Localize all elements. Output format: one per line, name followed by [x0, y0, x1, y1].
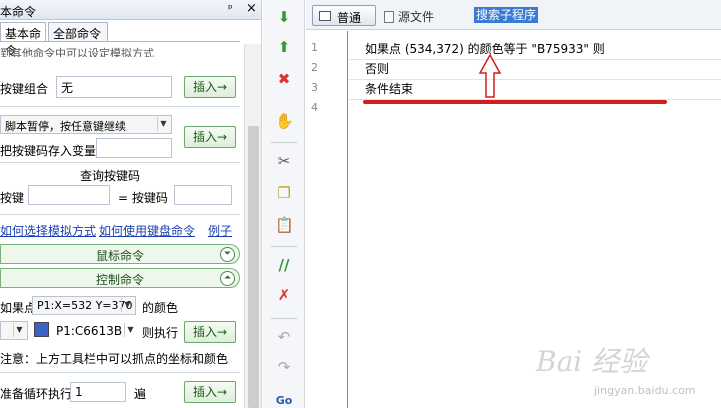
watermark-logo-text: Bai 经验 — [536, 345, 648, 378]
scrollbar-thumb[interactable] — [248, 126, 259, 408]
chevron-down-icon: ▼ — [121, 298, 133, 312]
keycode-label: = 按键码 — [118, 191, 168, 205]
uncomment-icon[interactable]: ✗ — [275, 286, 293, 304]
copy-icon[interactable]: ❐ — [275, 184, 293, 202]
tab-label: 全部命令 — [53, 27, 102, 41]
save-key-label: 把按键码存入变量 — [0, 144, 97, 158]
arrow-down-icon[interactable]: ⬇ — [275, 8, 293, 26]
link-keyboard-commands[interactable]: 如何使用键盘命令 — [99, 222, 195, 239]
insert-label: 插入→ — [192, 385, 228, 399]
hint-text: 到其他命令中可以设定模拟方式 — [0, 47, 154, 57]
panel-title: 本命令 — [0, 5, 37, 19]
times-label: 遍 — [134, 387, 147, 401]
toolbar-separator — [271, 318, 297, 319]
close-icon[interactable]: × — [246, 1, 257, 16]
link-example[interactable]: 例子 — [208, 222, 232, 239]
redo-icon[interactable]: ↷ — [275, 358, 293, 376]
then-label: 则执行 — [142, 326, 179, 340]
comment-icon[interactable]: // — [275, 256, 293, 274]
paste-icon[interactable]: 📋 — [275, 216, 294, 234]
pause-select-value: 脚本暂停，按任意键继续 — [5, 120, 126, 133]
section-control-commands[interactable]: 控制命令 ⏶ — [0, 268, 240, 288]
key-label: 按键 — [0, 191, 25, 205]
key-combo-label: 按键组合 — [0, 82, 49, 96]
insert-button[interactable]: 插入→ — [184, 321, 236, 343]
compare-select[interactable]: ▼ — [0, 321, 28, 340]
tab-all-commands[interactable]: 全部命令 — [48, 22, 108, 42]
divider — [0, 106, 240, 107]
note-text: 注意：上方工具栏中可以抓点的坐标和颜色 — [0, 352, 229, 366]
insert-button[interactable]: 插入→ — [184, 76, 236, 98]
color-value: P1:C6613B — [56, 324, 123, 338]
insert-button[interactable]: 插入→ — [184, 381, 236, 403]
chevron-down-icon[interactable]: ▼ — [124, 323, 136, 337]
if-point-label: 如果点 — [0, 301, 37, 315]
watermark-url: jingyan.baidu.com — [594, 384, 696, 397]
line-number: 4 — [311, 101, 318, 114]
mode-source-button[interactable]: 源文件 — [384, 8, 434, 25]
annotation-arrow-icon — [478, 53, 502, 98]
divider — [0, 372, 240, 373]
divider — [0, 162, 240, 163]
insert-label: 插入→ — [192, 130, 228, 144]
section-mouse-commands[interactable]: 鼠标命令 ⏷ — [0, 244, 240, 264]
color-swatch[interactable] — [34, 322, 49, 337]
source-file-icon — [384, 11, 394, 23]
save-key-var-field[interactable] — [96, 138, 172, 158]
editor-toolbar: ⬇ ⬆ ✖ ✋ ✂ ❐ 📋 // ✗ ↶ ↷ Go — [263, 0, 305, 408]
line-number: 1 — [311, 41, 318, 54]
code-editor[interactable]: 如果点 (534,372) 的颜色等于 "B75933" 则 否则 条件结束 — [349, 31, 721, 408]
mode-source-label: 源文件 — [398, 10, 435, 24]
divider — [0, 214, 240, 215]
annotation-overlay — [363, 53, 667, 104]
undo-icon[interactable]: ↶ — [275, 328, 293, 346]
panel-header: 本命令 ᵖ × — [0, 0, 261, 20]
loop-label: 准备循环执行 — [0, 387, 73, 401]
section-label: 鼠标命令 — [95, 249, 144, 263]
arrow-up-icon[interactable]: ⬆ — [275, 38, 293, 56]
hand-icon[interactable]: ✋ — [275, 112, 294, 130]
key-field[interactable] — [28, 185, 110, 205]
query-title: 查询按键码 — [80, 169, 141, 183]
collapse-icon[interactable]: ⏶ — [220, 271, 235, 286]
key-combo-field[interactable]: 无 — [56, 76, 172, 98]
normal-view-icon — [319, 11, 331, 21]
line-number: 3 — [311, 81, 318, 94]
chevron-down-icon: ▼ — [13, 323, 25, 337]
keycode-field[interactable] — [174, 185, 232, 205]
line-number: 2 — [311, 61, 318, 74]
loop-count-value: 1 — [75, 385, 83, 399]
insert-label: 插入→ — [192, 80, 228, 94]
color-of-label: 的颜色 — [142, 301, 179, 315]
link-choose-sim-mode[interactable]: 如何选择模拟方式 — [0, 222, 96, 239]
mode-normal-button[interactable]: 普通 — [312, 5, 376, 26]
delete-icon[interactable]: ✖ — [275, 70, 293, 88]
search-subroutine-input[interactable]: 搜索子程序 — [474, 7, 539, 23]
scrollbar[interactable] — [244, 44, 261, 408]
tab-basic-commands[interactable]: 基本命令 — [0, 22, 46, 58]
expand-icon[interactable]: ⏷ — [220, 247, 235, 262]
key-combo-value: 无 — [61, 81, 74, 95]
loop-count-stepper[interactable]: 1 — [70, 382, 126, 402]
insert-button[interactable]: 插入→ — [184, 126, 236, 148]
cut-icon[interactable]: ✂ — [275, 152, 293, 170]
pause-select[interactable]: 脚本暂停，按任意键继续 ▼ — [0, 115, 172, 134]
toolbar-separator — [271, 142, 297, 143]
pin-icon[interactable]: ᵖ — [228, 2, 233, 15]
editor-mode-bar: 普通 源文件 搜索子程序 — [306, 0, 721, 30]
mode-normal-label: 普通 — [337, 11, 362, 25]
command-panel: 本命令 ᵖ × 基本命令 全部命令 到其他命令中可以设定模拟方式 按键组合 无 … — [0, 0, 262, 408]
chevron-down-icon: ▼ — [157, 117, 169, 131]
point-select-value: P1:X=532 Y=370 — [37, 299, 133, 312]
line-number-gutter: 1 2 3 4 — [306, 31, 348, 408]
insert-label: 插入→ — [192, 325, 228, 339]
tabs-divider — [0, 41, 240, 42]
point-select[interactable]: P1:X=532 Y=370 ▼ — [32, 296, 136, 315]
toolbar-separator — [271, 246, 297, 247]
section-label: 控制命令 — [95, 273, 144, 287]
watermark-logo: Bai 经验 — [536, 340, 647, 380]
goto-icon[interactable]: Go — [275, 392, 293, 408]
